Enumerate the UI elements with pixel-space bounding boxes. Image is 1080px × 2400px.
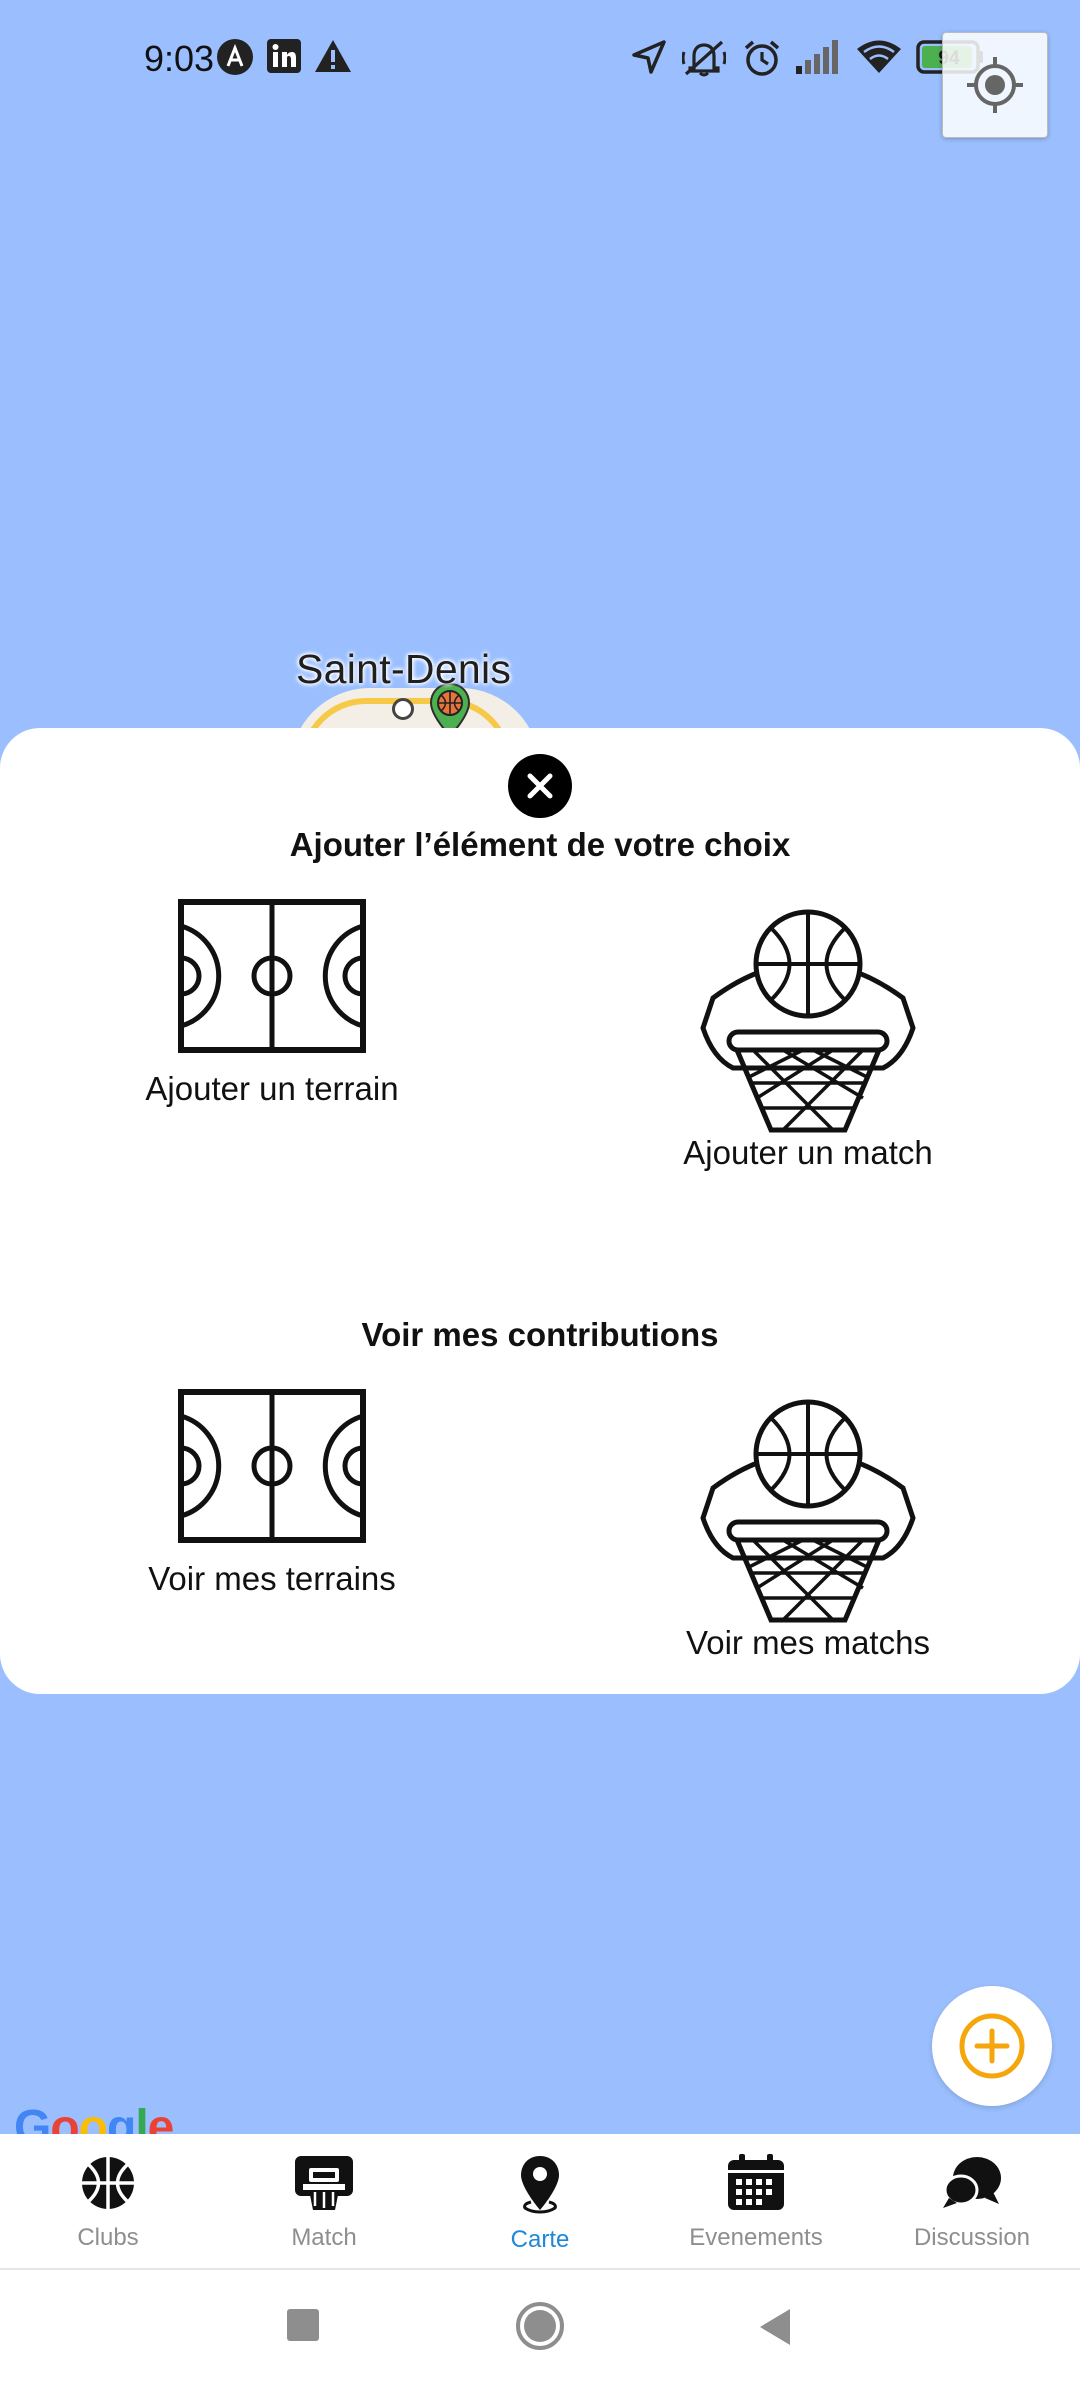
- tab-clubs[interactable]: Clubs: [0, 2134, 216, 2268]
- add-court-label: Ajouter un terrain: [145, 1070, 399, 1107]
- tab-match-label: Match: [291, 2224, 357, 2251]
- status-time: 9:03: [144, 38, 215, 79]
- my-courts-option[interactable]: Voir mes terrains: [52, 1388, 492, 1598]
- recent-apps-icon[interactable]: [284, 2306, 322, 2344]
- hoop-icon: [295, 2156, 353, 2210]
- wifi-icon: [857, 40, 901, 73]
- add-match-option[interactable]: Ajouter un match: [588, 908, 1028, 1172]
- add-element-sheet: Ajouter l’élément de votre choix Ajouter…: [0, 728, 1080, 1694]
- my-location-button[interactable]: [942, 32, 1048, 138]
- tab-discussion[interactable]: Discussion: [864, 2134, 1080, 2268]
- plus-circle-icon: [959, 2013, 1025, 2079]
- basketball-court-icon: [178, 1389, 366, 1543]
- crosshair-location-icon: [967, 57, 1023, 113]
- my-matches-label: Voir mes matchs: [686, 1624, 930, 1661]
- basketball-court-icon: [178, 899, 366, 1053]
- map-marker-dot: [392, 698, 414, 720]
- basketball-hoop-icon: [700, 1399, 916, 1623]
- back-icon[interactable]: [756, 2306, 794, 2348]
- basketball-hoop-icon: [700, 909, 916, 1133]
- tab-evenements[interactable]: Evenements: [648, 2134, 864, 2268]
- location-arrow-icon: [632, 40, 666, 74]
- tab-clubs-label: Clubs: [77, 2224, 139, 2251]
- map-city-label: Saint-Denis: [296, 646, 512, 692]
- mute-notifications-icon: [682, 40, 726, 77]
- add-match-label: Ajouter un match: [683, 1134, 933, 1171]
- bottom-navigation: Clubs Match Carte Evenements Discussion: [0, 2134, 1080, 2270]
- warning-icon: [315, 40, 351, 72]
- tab-match[interactable]: Match: [216, 2134, 432, 2268]
- add-court-option[interactable]: Ajouter un terrain: [52, 898, 492, 1108]
- system-navigation-bar: [0, 2270, 1080, 2400]
- status-bar: 9:03: [0, 0, 1080, 138]
- google-logo: Google: [14, 2101, 174, 2134]
- contributions-section-title: Voir mes contributions: [361, 1316, 719, 1353]
- tab-discussion-label: Discussion: [913, 2224, 1031, 2251]
- alarm-icon: [744, 40, 780, 76]
- calendar-icon: [728, 2154, 784, 2210]
- tab-carte-label: Carte: [510, 2226, 570, 2253]
- signal-strength-icon: [796, 40, 838, 74]
- map-pin-icon: [521, 2156, 559, 2214]
- my-courts-label: Voir mes terrains: [148, 1560, 396, 1597]
- close-sheet-button[interactable]: [508, 754, 572, 818]
- home-icon[interactable]: [514, 2300, 566, 2352]
- add-section-title: Ajouter l’élément de votre choix: [289, 826, 791, 863]
- basketball-icon: [82, 2157, 134, 2209]
- my-matches-option[interactable]: Voir mes matchs: [588, 1398, 1028, 1662]
- add-fab-button[interactable]: [932, 1986, 1052, 2106]
- tab-evenements-label: Evenements: [689, 2224, 823, 2251]
- tab-carte[interactable]: Carte: [432, 2134, 648, 2268]
- app-notification-icon: [217, 39, 253, 75]
- linkedin-icon: [267, 39, 301, 73]
- chat-icon: [943, 2157, 1001, 2208]
- close-icon: [527, 773, 553, 799]
